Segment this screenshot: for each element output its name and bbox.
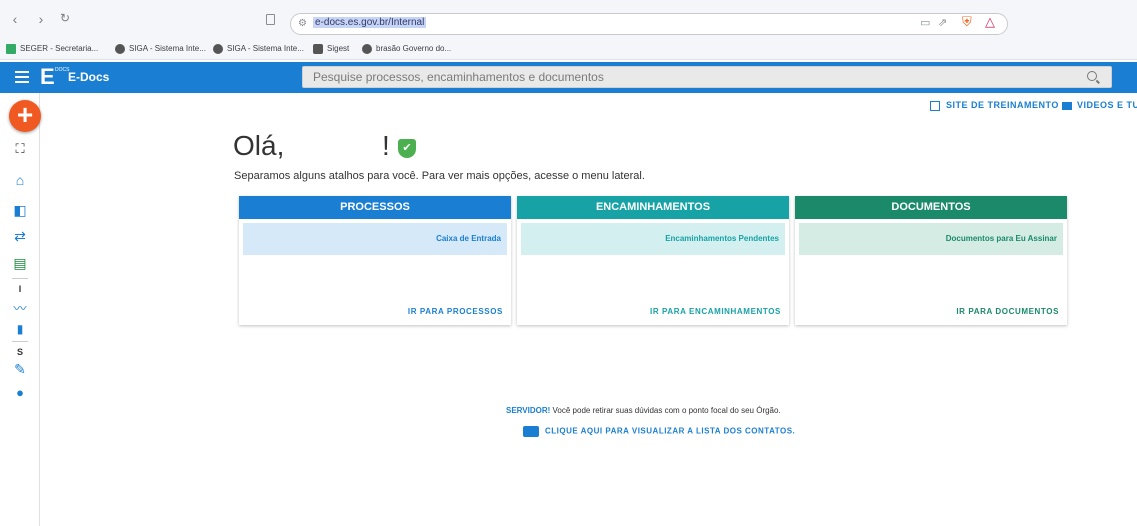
go-documentos-link[interactable]: IR PARA DOCUMENTOS xyxy=(956,307,1059,316)
transfer-icon[interactable]: ⇄ xyxy=(0,228,40,245)
bookmark-item[interactable]: SIGA - Sistema Inte... xyxy=(213,44,304,54)
sidebar-divider xyxy=(12,278,28,279)
bookmark-item[interactable]: Sigest xyxy=(313,44,349,54)
video-icon xyxy=(1062,101,1072,110)
fullscreen-icon[interactable]: ⛶ xyxy=(0,141,40,157)
trend-icon[interactable]: 〰 xyxy=(0,298,40,317)
menu-icon[interactable] xyxy=(15,71,29,83)
card-processos: PROCESSOS Caixa de Entrada IR PARA PROCE… xyxy=(239,196,511,325)
card-title: ENCAMINHAMENTOS xyxy=(517,196,789,219)
bar-chart-icon[interactable]: ▮ xyxy=(0,322,40,336)
card-title: PROCESSOS xyxy=(239,196,511,219)
help-icon[interactable]: ● xyxy=(0,385,40,400)
rewards-icon[interactable]: △ xyxy=(985,14,995,30)
brave-shield-icon[interactable]: ⛨ xyxy=(962,14,972,30)
card-item-encaminhamentos-pendentes[interactable]: Encaminhamentos Pendentes xyxy=(521,223,785,255)
search-icon[interactable] xyxy=(1087,71,1097,81)
bookmark-item[interactable]: SEGER - Secretaria... xyxy=(6,44,98,54)
card-item-documentos-para-assinar[interactable]: Documentos para Eu Assinar xyxy=(799,223,1063,255)
logo-sub: DOCS xyxy=(55,67,70,73)
sidebar-section-label: I xyxy=(18,284,22,294)
share-icon[interactable]: ⇗ xyxy=(938,16,947,29)
servidor-label: SERVIDOR! xyxy=(506,406,551,415)
contact-card-icon xyxy=(523,426,539,437)
greeting-hello: Olá, xyxy=(233,130,285,161)
training-link[interactable]: SITE DE TREINAMENTO xyxy=(930,100,1059,111)
go-processos-link[interactable]: IR PARA PROCESSOS xyxy=(408,307,503,316)
external-link-icon xyxy=(930,100,940,111)
search-input[interactable] xyxy=(313,70,1073,84)
bookmark-item[interactable]: SIGA - Sistema Inte... xyxy=(115,44,206,54)
reload-icon[interactable]: ↻ xyxy=(58,11,72,25)
greeting-subtitle: Separamos alguns atalhos para você. Para… xyxy=(234,170,645,182)
servidor-message: Você pode retirar suas dúvidas com o pon… xyxy=(550,406,781,415)
home-icon[interactable]: ⌂ xyxy=(0,172,40,188)
videos-link[interactable]: VIDEOS E TU xyxy=(1062,100,1137,110)
forward-icon[interactable]: › xyxy=(34,11,48,27)
sidebar-divider xyxy=(12,341,28,342)
address-bar[interactable]: ⚙ e-docs.es.gov.br/Internal xyxy=(290,13,1008,35)
bookmark-favicon-icon xyxy=(115,44,125,54)
bookmark-favicon-icon xyxy=(6,44,16,54)
card-encaminhamentos: ENCAMINHAMENTOS Encaminhamentos Pendente… xyxy=(517,196,789,325)
go-encaminhamentos-link[interactable]: IR PARA ENCAMINHAMENTOS xyxy=(650,307,781,316)
bookmark-item[interactable]: brasão Governo do... xyxy=(362,44,451,54)
url-text[interactable]: e-docs.es.gov.br/Internal xyxy=(313,17,427,28)
contacts-link[interactable]: CLIQUE AQUI PARA VISUALIZAR A LISTA DOS … xyxy=(523,426,795,437)
bookmark-icon[interactable] xyxy=(266,14,275,25)
servidor-note: SERVIDOR! Você pode retirar suas dúvidas… xyxy=(506,406,781,415)
bookmark-favicon-icon xyxy=(213,44,223,54)
site-info-icon[interactable]: ⚙ xyxy=(298,18,307,29)
greeting-excl: ! xyxy=(382,130,390,161)
verified-shield-icon: ✔ xyxy=(398,139,416,158)
file-icon[interactable]: ▤ xyxy=(0,255,40,272)
brand-name[interactable]: E-Docs xyxy=(68,70,109,84)
card-item-caixa-de-entrada[interactable]: Caixa de Entrada xyxy=(243,223,507,255)
bookmark-favicon-icon xyxy=(313,44,323,54)
search-box[interactable] xyxy=(302,66,1112,88)
bookmark-favicon-icon xyxy=(362,44,372,54)
wrench-icon[interactable]: ✎ xyxy=(0,361,40,378)
logo[interactable]: E xyxy=(40,66,55,88)
add-button[interactable]: + xyxy=(9,100,41,132)
card-documentos: DOCUMENTOS Documentos para Eu Assinar IR… xyxy=(795,196,1067,325)
app-header: E DOCS E-Docs xyxy=(0,62,1137,93)
documents-stack-icon[interactable]: ◧ xyxy=(0,202,40,219)
browser-toolbar: ‹ › ↻ ⚙ e-docs.es.gov.br/Internal ▭ ⇗ ⛨ … xyxy=(0,0,1137,40)
cast-icon[interactable]: ▭ xyxy=(920,16,930,29)
bookmarks-bar: SEGER - Secretaria... SIGA - Sistema Int… xyxy=(0,40,1137,60)
sidebar-section-label: S xyxy=(16,347,23,357)
card-title: DOCUMENTOS xyxy=(795,196,1067,219)
back-icon[interactable]: ‹ xyxy=(8,11,22,27)
